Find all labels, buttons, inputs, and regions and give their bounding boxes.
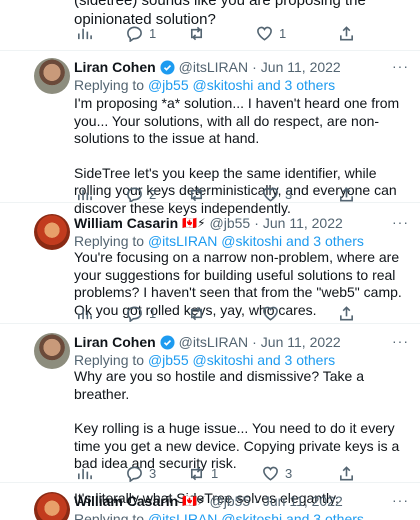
more-options-icon[interactable]: ··· (392, 58, 409, 74)
divider (0, 202, 420, 203)
replying-to: Replying to @jb55 @skitoshi and 3 others (74, 352, 336, 368)
like-button[interactable] (262, 303, 285, 323)
avatar[interactable] (34, 492, 70, 520)
retweet-button[interactable] (188, 23, 211, 43)
reply-button[interactable]: 1 (126, 303, 156, 323)
reply-count: 2 (149, 186, 157, 202)
tweet-actions: 2 3 (76, 184, 386, 204)
analytics-button[interactable] (76, 23, 93, 43)
tweet-date[interactable]: Jun 11, 2022 (263, 493, 343, 509)
share-button[interactable] (338, 463, 355, 483)
user-handle[interactable]: @itsLIRAN (179, 334, 248, 350)
tweet-date[interactable]: Jun 11, 2022 (261, 59, 341, 75)
reply-count: 1 (149, 305, 157, 321)
reply-count: 3 (149, 465, 157, 481)
display-name[interactable]: Liran Cohen (74, 59, 156, 75)
tweet[interactable]: William Casarin 🇨🇦⚡ @jb55 · Jun 11, 2022… (0, 492, 420, 520)
share-icon (340, 305, 353, 320)
tweet-actions-partial: 1 1 (76, 23, 386, 43)
analytics-icon (78, 308, 92, 319)
tweet[interactable]: Liran Cohen @itsLIRAN · Jun 11, 2022 ···… (0, 333, 420, 506)
analytics-icon (78, 28, 92, 39)
tweet-header: Liran Cohen @itsLIRAN · Jun 11, 2022 (74, 59, 341, 75)
retweet-button[interactable] (188, 184, 211, 204)
more-options-icon[interactable]: ··· (392, 333, 409, 349)
reply-icon (127, 306, 142, 322)
divider (0, 323, 420, 324)
share-button[interactable] (338, 184, 355, 204)
retweet-icon (190, 466, 203, 480)
share-button[interactable] (338, 23, 355, 43)
replying-to: Replying to @itsLIRAN @skitoshi and 3 ot… (74, 233, 364, 249)
replying-to-users[interactable]: @jb55 @skitoshi and 3 others (148, 352, 335, 368)
reply-icon (127, 187, 142, 203)
heart-icon (263, 187, 278, 202)
verified-badge-icon (160, 59, 175, 75)
tweet[interactable]: Liran Cohen @itsLIRAN · Jun 11, 2022 ···… (0, 58, 420, 216)
tweet-header: William Casarin 🇨🇦⚡ @jb55 · Jun 11, 2022 (74, 215, 343, 231)
heart-icon (263, 306, 278, 321)
reply-button[interactable]: 1 (126, 23, 156, 43)
tweet-header: William Casarin 🇨🇦⚡ @jb55 · Jun 11, 2022 (74, 493, 343, 509)
tweet-header: Liran Cohen @itsLIRAN · Jun 11, 2022 (74, 334, 341, 350)
tweet-date[interactable]: Jun 11, 2022 (263, 215, 343, 231)
analytics-button[interactable] (76, 303, 93, 323)
user-handle[interactable]: @itsLIRAN (179, 59, 248, 75)
avatar[interactable] (34, 214, 70, 250)
user-handle[interactable]: @jb55 (210, 215, 251, 231)
share-icon (340, 186, 353, 201)
avatar[interactable] (34, 333, 70, 369)
flag-emoji: 🇨🇦⚡ (182, 216, 206, 230)
analytics-icon (78, 468, 92, 479)
like-button[interactable]: 1 (256, 23, 286, 43)
replying-to-users[interactable]: @jb55 @skitoshi and 3 others (148, 77, 335, 93)
replying-to-users[interactable]: @itsLIRAN @skitoshi and 3 others (148, 233, 364, 249)
replying-to: Replying to @jb55 @skitoshi and 3 others (74, 77, 336, 93)
tweet-actions: 1 (76, 303, 386, 323)
analytics-button[interactable] (76, 184, 93, 204)
tweet-actions: 3 1 3 (76, 463, 386, 483)
like-count: 3 (285, 465, 293, 481)
share-icon (340, 25, 353, 40)
share-icon (340, 465, 353, 480)
heart-icon (257, 26, 272, 41)
reply-count: 1 (149, 25, 157, 41)
replying-to: Replying to @itsLIRAN @skitoshi and 3 ot… (74, 511, 364, 520)
like-button[interactable]: 3 (262, 463, 292, 483)
display-name[interactable]: William Casarin (74, 215, 178, 231)
more-options-icon[interactable]: ··· (392, 492, 409, 508)
avatar[interactable] (34, 58, 70, 94)
reply-button[interactable]: 3 (126, 463, 156, 483)
like-button[interactable]: 3 (262, 184, 292, 204)
display-name[interactable]: William Casarin (74, 493, 178, 509)
replying-to-users[interactable]: @itsLIRAN @skitoshi and 3 others (148, 511, 364, 520)
divider (0, 482, 420, 483)
retweet-button[interactable] (188, 303, 211, 323)
reply-icon (127, 26, 142, 42)
analytics-icon (78, 189, 92, 200)
tweet[interactable]: William Casarin 🇨🇦⚡ @jb55 · Jun 11, 2022… (0, 214, 420, 324)
like-count: 3 (285, 186, 293, 202)
tweet-date[interactable]: Jun 11, 2022 (261, 334, 341, 350)
display-name[interactable]: Liran Cohen (74, 334, 156, 350)
verified-badge-icon (160, 334, 175, 350)
retweet-button[interactable]: 1 (188, 463, 218, 483)
analytics-button[interactable] (76, 463, 93, 483)
share-button[interactable] (338, 303, 355, 323)
like-count: 1 (279, 25, 287, 41)
flag-emoji: 🇨🇦⚡ (182, 494, 206, 508)
retweet-count: 1 (211, 465, 219, 481)
reply-icon (127, 466, 142, 482)
user-handle[interactable]: @jb55 (210, 493, 251, 509)
retweet-icon (190, 187, 203, 201)
divider (0, 50, 420, 51)
retweet-icon (190, 306, 203, 320)
heart-icon (263, 466, 278, 481)
retweet-icon (190, 26, 203, 40)
tweet-thread: (sidetree) sounds like you are proposing… (0, 0, 420, 520)
reply-button[interactable]: 2 (126, 184, 156, 204)
more-options-icon[interactable]: ··· (392, 214, 409, 230)
